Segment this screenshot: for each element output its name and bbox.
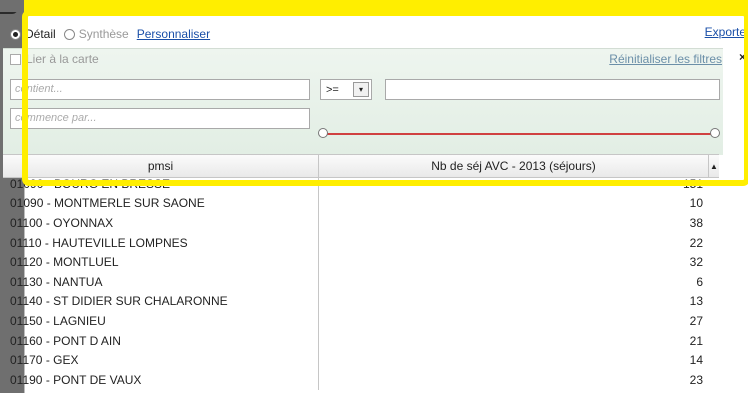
cell-stays: 38 (689, 215, 703, 230)
highlight-arrow-icon (318, 0, 398, 12)
table-row[interactable]: 01110 - HAUTEVILLE LOMPNES 22 (3, 232, 719, 253)
contains-filter-input[interactable]: contient... (10, 79, 310, 100)
export-link[interactable]: Exporte (705, 25, 746, 39)
chevron-down-icon[interactable]: ▾ (353, 82, 369, 97)
cell-stays: 23 (689, 372, 703, 387)
cell-pmsi: 01090 - MONTMERLE SUR SAONE (3, 193, 319, 214)
link-to-map-label[interactable]: Lier à la carte (26, 52, 99, 66)
table-row[interactable]: 01150 - LAGNIEU 27 (3, 311, 719, 331)
cell-stays: 21 (689, 333, 703, 348)
value-filter-input[interactable] (385, 79, 720, 100)
table-row[interactable]: 01120 - MONTLUEL 32 (3, 252, 719, 272)
cell-pmsi: 01190 - PONT DE VAUX (3, 369, 319, 390)
cell-pmsi: 01150 - LAGNIEU (3, 311, 319, 331)
table-row[interactable]: 01170 - GEX 14 (3, 350, 719, 370)
table-row[interactable]: 01140 - ST DIDIER SUR CHALARONNE 13 (3, 291, 719, 312)
radio-synthesis[interactable] (63, 28, 75, 40)
link-to-map-row: Lier à la carte (10, 52, 99, 66)
column-header-pmsi[interactable]: pmsi (3, 155, 319, 177)
table-body: 01090 - BOURG EN BRESSE 151 01090 - MONT… (3, 174, 719, 393)
highlight-top-mask (0, 0, 24, 12)
cell-pmsi: 01110 - HAUTEVILLE LOMPNES (3, 232, 319, 253)
cell-stays: 32 (689, 255, 703, 270)
link-to-map-checkbox[interactable] (10, 53, 21, 65)
cell-stays: 14 (689, 353, 703, 368)
table-row[interactable]: 01100 - OYONNAX 38 (3, 213, 719, 233)
operator-value: >= (326, 83, 339, 96)
view-mode-row: Détail Synthèse Personnaliser (10, 25, 210, 43)
cell-pmsi: 01130 - NANTUA (3, 271, 319, 292)
cell-pmsi: 01120 - MONTLUEL (3, 252, 319, 272)
table-row[interactable]: 01160 - PONT D AIN 21 (3, 330, 719, 351)
range-slider-max-handle[interactable] (710, 128, 720, 138)
range-slider-min-handle[interactable] (318, 128, 328, 138)
radio-detail[interactable] (10, 28, 21, 40)
cell-pmsi: 01160 - PONT D AIN (3, 330, 319, 351)
radio-synthesis-label[interactable]: Synthèse (79, 27, 129, 41)
cell-stays: 13 (689, 294, 703, 309)
cell-stays: 6 (696, 274, 703, 289)
table-row[interactable]: 01090 - MONTMERLE SUR SAONE 10 (3, 193, 719, 214)
cell-pmsi: 01140 - ST DIDIER SUR CHALARONNE (3, 291, 319, 312)
cell-stays: 27 (689, 313, 703, 328)
starts-with-filter-input[interactable]: commence par... (10, 108, 310, 129)
radio-detail-label[interactable]: Détail (25, 27, 56, 41)
table-header: pmsi Nb de séj AVC - 2013 (séjours) ▲ (3, 154, 719, 178)
operator-select[interactable]: >= ▾ (320, 79, 372, 100)
table-row[interactable]: 01130 - NANTUA 6 (3, 271, 719, 292)
sort-icon[interactable]: ▲ (709, 155, 719, 177)
cell-pmsi: 01170 - GEX (3, 350, 319, 370)
column-header-stays[interactable]: Nb de séj AVC - 2013 (séjours) (319, 155, 709, 177)
customize-link[interactable]: Personnaliser (137, 27, 210, 41)
cell-pmsi: 01100 - OYONNAX (3, 213, 319, 233)
reset-filters-link[interactable]: Réinitialiser les filtres (609, 52, 722, 66)
range-slider-track[interactable] (323, 133, 715, 135)
cell-stays: 10 (689, 196, 703, 211)
close-icon[interactable]: × (739, 50, 746, 64)
cell-stays: 22 (689, 235, 703, 250)
table-row[interactable]: 01190 - PONT DE VAUX 23 (3, 369, 719, 390)
